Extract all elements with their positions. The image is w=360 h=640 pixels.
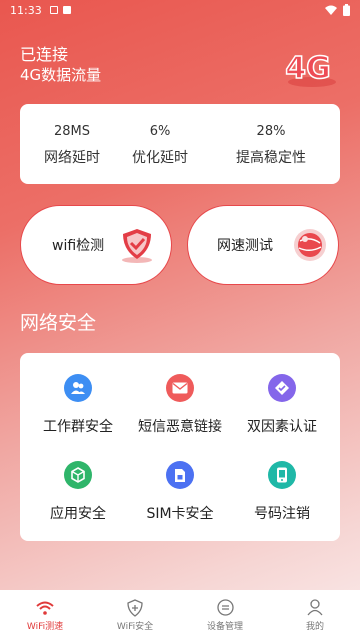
stat-optimized: 6% 优化延时 — [130, 124, 190, 167]
tab-label: WiFi安全 — [116, 621, 154, 632]
stat-value: 6% — [149, 124, 171, 139]
stat-latency: 28MS 网络延时 — [40, 124, 104, 167]
wifi-check-button[interactable]: wifi检测 — [20, 205, 172, 285]
grid-item-label: 工作群安全 — [43, 419, 113, 435]
shield-plus-icon — [127, 598, 143, 617]
stat-stability: 28% 提高稳定性 — [232, 124, 310, 167]
notification-a-icon — [62, 6, 71, 14]
stat-label: 网络延时 — [44, 150, 100, 166]
verify-icon — [268, 374, 296, 402]
4g-badge-icon: 4G — [285, 50, 336, 87]
grid-item-label: 短信恶意链接 — [138, 419, 222, 435]
two-factor-auth-item[interactable]: 双因素认证 — [229, 374, 335, 436]
sim-icon — [166, 461, 194, 489]
tab-wifi-speed[interactable]: WiFi测速 — [0, 590, 90, 640]
group-icon — [64, 374, 92, 402]
shield-icon — [122, 229, 153, 263]
number-cancel-item[interactable]: 号码注销 — [229, 461, 335, 523]
speed-test-label: 网速测试 — [217, 238, 273, 254]
stat-label: 提高稳定性 — [236, 150, 306, 166]
status-time: 11:33 — [10, 3, 42, 17]
device-icon — [216, 599, 234, 616]
sim-security-item[interactable]: SIM卡安全 — [127, 461, 233, 523]
section-title: 网络安全 — [20, 312, 97, 334]
security-grid: 工作群安全 短信恶意链接 双因素认证 应用安全 SIM卡安全 号码注销 — [20, 353, 340, 541]
tab-label: 我的 — [305, 621, 324, 632]
mail-icon — [166, 374, 194, 402]
stat-value: 28MS — [53, 124, 90, 139]
network-stats-card: 28MS 网络延时 6% 优化延时 28% 提高稳定性 — [20, 104, 340, 184]
connection-status: 已连接 — [20, 45, 69, 64]
wifi-check-label: wifi检测 — [52, 238, 105, 254]
grid-item-label: 应用安全 — [50, 506, 106, 522]
phone-icon — [268, 461, 296, 489]
grid-item-label: SIM卡安全 — [146, 506, 214, 522]
work-group-security-item[interactable]: 工作群安全 — [25, 374, 131, 436]
globe-icon — [294, 229, 326, 261]
tab-mine[interactable]: 我的 — [270, 590, 360, 640]
stat-value: 28% — [256, 124, 286, 139]
connection-type: 4G数据流量 — [20, 66, 102, 84]
4g-badge-text: 4G — [285, 51, 331, 86]
tab-label: 设备管理 — [206, 621, 243, 632]
tab-wifi-security[interactable]: WiFi安全 — [90, 590, 180, 640]
wifi-icon — [36, 601, 54, 615]
grid-item-label: 双因素认证 — [247, 419, 317, 435]
tab-device-management[interactable]: 设备管理 — [180, 590, 270, 640]
wifi-signal-icon — [325, 5, 337, 15]
app-security-item[interactable]: 应用安全 — [25, 461, 131, 523]
tab-label: WiFi测速 — [26, 621, 64, 632]
stat-label: 优化延时 — [132, 150, 188, 166]
grid-item-label: 号码注销 — [254, 506, 310, 522]
notification-icon — [49, 6, 58, 14]
cube-icon — [64, 461, 92, 489]
user-icon — [307, 599, 323, 616]
sms-malicious-link-item[interactable]: 短信恶意链接 — [127, 374, 233, 436]
speed-test-button[interactable]: 网速测试 — [187, 205, 339, 285]
battery-icon — [343, 4, 350, 16]
status-bar: 11:33 — [0, 0, 360, 20]
bottom-tab-bar: WiFi测速 WiFi安全 设备管理 我的 — [0, 590, 360, 640]
